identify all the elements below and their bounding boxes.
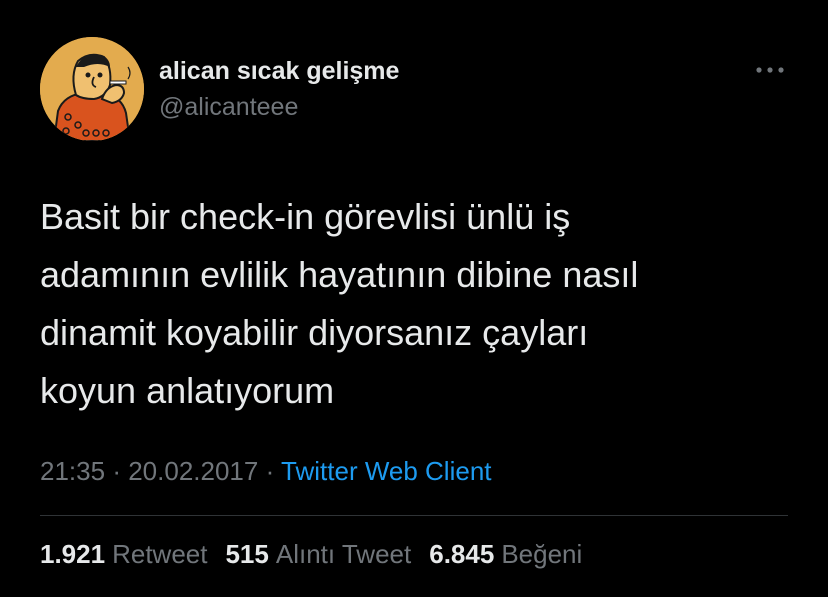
quotes-label: Alıntı Tweet [275,539,412,569]
retweets-label: Retweet [112,539,208,569]
retweets-count: 1.921 [40,539,106,569]
tweet-text-line: Basit bir check-in görevlisi ünlü iş [40,196,571,237]
tweet-text: Basit bir check-in görevlisi ünlü iş ada… [40,188,800,420]
likes-stat[interactable]: 6.845 Beğeni [429,539,582,570]
more-options-button[interactable] [752,58,788,82]
tweet-source-link[interactable]: Twitter Web Client [281,456,491,486]
meta-separator: · [112,456,121,486]
quotes-count: 515 [225,539,269,569]
cartoon-man-smoking-avatar-icon [40,37,144,141]
meta-separator: · [265,456,275,486]
tweet-card: alican sıcak gelişme @alicanteee Basit b… [0,0,828,597]
tweet-date[interactable]: 20.02.2017 [128,456,258,486]
tweet-text-line: adamının evlilik hayatının dibine nasıl [40,254,639,295]
tweet-meta: 21:35 · 20.02.2017 · Twitter Web Client [40,456,492,487]
divider [40,515,788,516]
author-handle[interactable]: @alicanteee [159,93,298,122]
likes-count: 6.845 [429,539,495,569]
tweet-time[interactable]: 21:35 [40,456,105,486]
tweet-text-line: koyun anlatıyorum [40,370,335,411]
likes-label: Beğeni [501,539,583,569]
more-horizontal-icon [756,67,784,73]
tweet-text-line: dinamit koyabilir diyorsanız çayları [40,312,589,353]
quotes-stat[interactable]: 515 Alıntı Tweet [225,539,411,570]
retweets-stat[interactable]: 1.921 Retweet [40,539,207,570]
avatar[interactable] [40,37,144,141]
engagement-stats: 1.921 Retweet 515 Alıntı Tweet 6.845 Beğeni [40,539,582,570]
author-display-name[interactable]: alican sıcak gelişme [159,57,399,86]
